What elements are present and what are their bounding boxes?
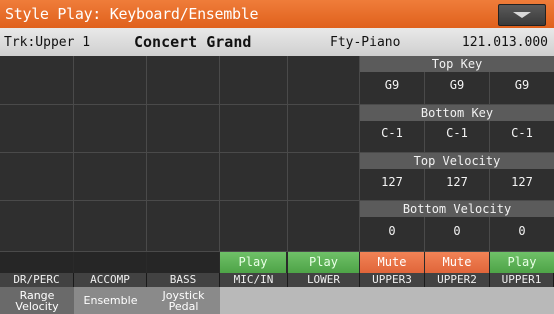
track-name-row: DR/PERC ACCOMP BASS MIC/IN LOWER UPPER3 … [0, 273, 554, 287]
title-bar: Style Play: Keyboard/Ensemble [0, 0, 554, 28]
page-menu-button[interactable] [498, 4, 546, 26]
tab-ensemble[interactable]: Ensemble [74, 287, 147, 314]
play-button-upper1[interactable]: Play [490, 252, 554, 273]
track-label-upper2: UPPER2 [425, 273, 490, 287]
top-velocity-upper2[interactable]: 127 [425, 175, 489, 189]
tab-joystick-pedal[interactable]: Joystick Pedal [147, 287, 220, 314]
column-divider [219, 56, 220, 252]
play-mute-row: Play Play Mute Mute Play [0, 252, 554, 273]
top-velocity-upper3[interactable]: 127 [360, 175, 424, 189]
play-button-lower[interactable]: Play [288, 252, 359, 273]
column-divider [287, 56, 288, 252]
top-key-header: Top Key [360, 56, 554, 72]
track-info-bar[interactable]: Trk:Upper 1 Concert Grand Fty-Piano 121.… [0, 28, 554, 56]
bottom-key-upper3[interactable]: C-1 [360, 126, 424, 140]
play-status-accomp[interactable] [74, 252, 146, 273]
top-key-upper3[interactable]: G9 [360, 78, 424, 92]
column-divider [73, 56, 74, 252]
bottom-velocity-upper3[interactable]: 0 [360, 224, 424, 238]
top-velocity-upper1[interactable]: 127 [490, 175, 554, 189]
track-label-upper3: UPPER3 [360, 273, 425, 287]
bottom-velocity-upper1[interactable]: 0 [490, 224, 554, 238]
bottom-velocity-header: Bottom Velocity [360, 201, 554, 217]
top-velocity-header: Top Velocity [360, 153, 554, 169]
top-key-upper2[interactable]: G9 [425, 78, 489, 92]
page-title: Style Play: Keyboard/Ensemble [5, 5, 259, 23]
track-name: Trk:Upper 1 [4, 34, 91, 50]
column-divider [146, 56, 147, 252]
track-label-bass: BASS [147, 273, 220, 287]
mute-button-upper2[interactable]: Mute [425, 252, 489, 273]
track-label-drperc: DR/PERC [0, 273, 74, 287]
parameter-grid: Top Key G9 G9 G9 Bottom Key C-1 C-1 C-1 … [0, 56, 554, 252]
play-button-micin[interactable]: Play [220, 252, 286, 273]
mute-button-upper3[interactable]: Mute [360, 252, 424, 273]
sound-bank: Fty-Piano [330, 34, 401, 50]
track-label-upper1: UPPER1 [490, 273, 554, 287]
chevron-down-icon [513, 12, 531, 18]
tab-range-velocity[interactable]: Range Velocity [0, 287, 74, 314]
bottom-key-upper2[interactable]: C-1 [425, 126, 489, 140]
play-status-bass[interactable] [147, 252, 219, 273]
track-label-accomp: ACCOMP [74, 273, 147, 287]
sound-name[interactable]: Concert Grand [134, 33, 251, 51]
program-number: 121.013.000 [461, 34, 548, 50]
bottom-velocity-upper2[interactable]: 0 [425, 224, 489, 238]
tab-bar: Range Velocity Ensemble Joystick Pedal [0, 287, 554, 314]
bottom-key-header: Bottom Key [360, 105, 554, 121]
track-label-micin: MIC/IN [220, 273, 288, 287]
play-status-drperc[interactable] [0, 252, 73, 273]
bottom-key-upper1[interactable]: C-1 [490, 126, 554, 140]
top-key-upper1[interactable]: G9 [490, 78, 554, 92]
track-label-lower: LOWER [288, 273, 360, 287]
